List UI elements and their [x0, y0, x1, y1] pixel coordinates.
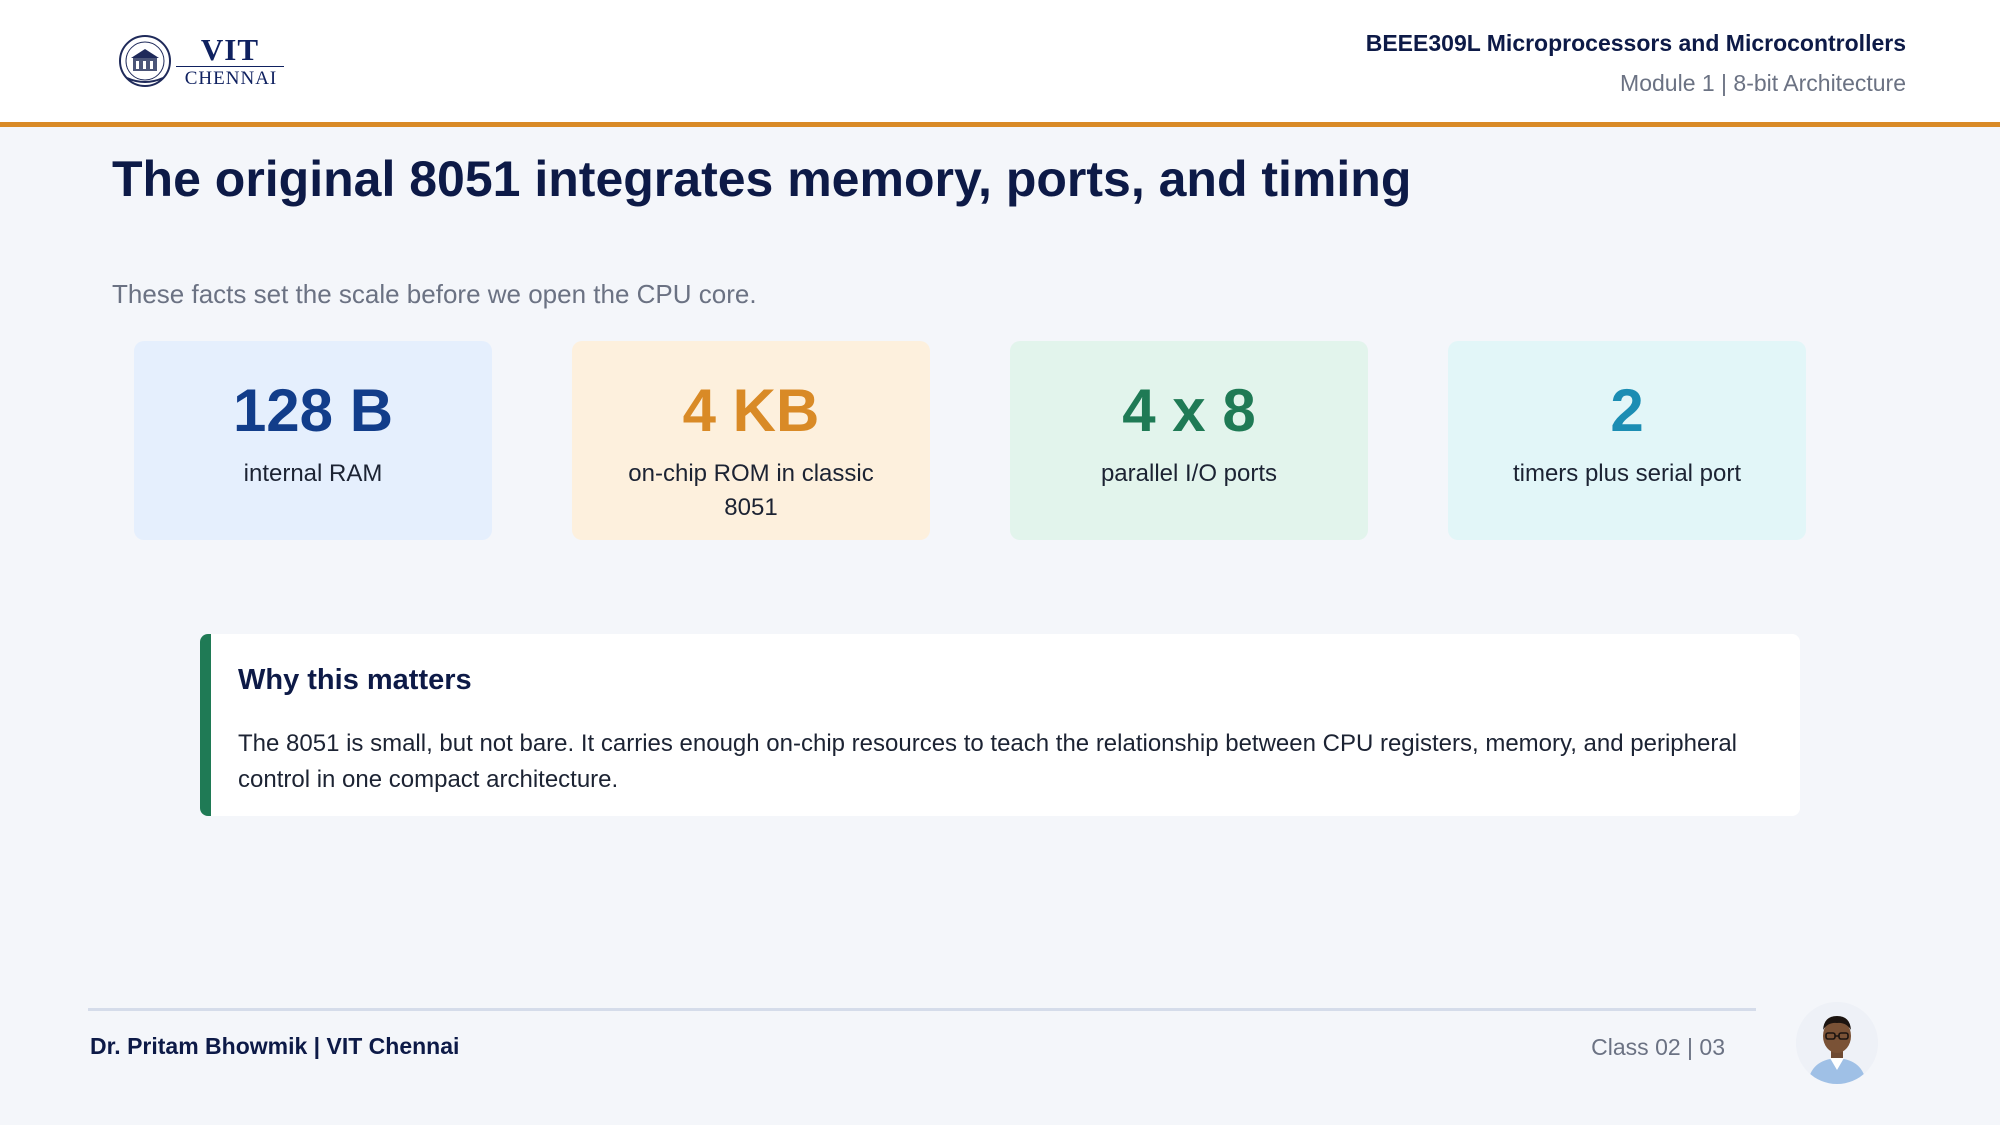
stat-value: 128 B [232, 377, 394, 444]
slide-header: VIT CHENNAI BEEE309L Microprocessors and… [0, 0, 2000, 127]
vit-seal-icon [119, 35, 171, 87]
stat-value: 2 [1610, 377, 1644, 444]
callout-body: The 8051 is small, but not bare. It carr… [238, 730, 1738, 793]
slide-subtitle: These facts set the scale before we open… [112, 279, 757, 309]
stat-card-io-ports: 4 x 8 parallel I/O ports [1010, 341, 1368, 540]
stat-card-ram: 128 B internal RAM [134, 341, 492, 540]
stat-label: internal RAM [243, 460, 383, 487]
callout-accent-bar [200, 634, 211, 816]
stat-label: timers plus serial port [1512, 460, 1742, 487]
stat-card-rom: 4 KB on-chip ROM in classic 8051 [572, 341, 930, 540]
presenter-avatar-icon [1796, 1002, 1878, 1084]
stat-label: on-chip ROM in classic 8051 [628, 460, 874, 521]
footer-class-page: Class 02 | 03 [1591, 1034, 1725, 1060]
vit-chennai-logo: VIT CHENNAI [118, 32, 288, 92]
why-this-matters-callout: Why this matters The 8051 is small, but … [200, 634, 1800, 816]
logo-wordmark: VIT [200, 32, 260, 67]
stat-label: parallel I/O ports [1100, 460, 1278, 487]
footer-divider [88, 1008, 1756, 1011]
slide-title: The original 8051 integrates memory, por… [112, 151, 1412, 207]
callout-title: Why this matters [238, 664, 472, 696]
stat-value: 4 x 8 [1122, 377, 1256, 444]
footer-author: Dr. Pritam Bhowmik | VIT Chennai [90, 1033, 460, 1059]
module-label: Module 1 | 8-bit Architecture [1620, 70, 1906, 96]
stat-card-timers: 2 timers plus serial port [1448, 341, 1806, 540]
logo-divider [176, 66, 284, 67]
stat-value: 4 KB [682, 377, 820, 444]
logo-campus: CHENNAI [184, 68, 278, 89]
course-title: BEEE309L Microprocessors and Microcontro… [1365, 30, 1906, 56]
